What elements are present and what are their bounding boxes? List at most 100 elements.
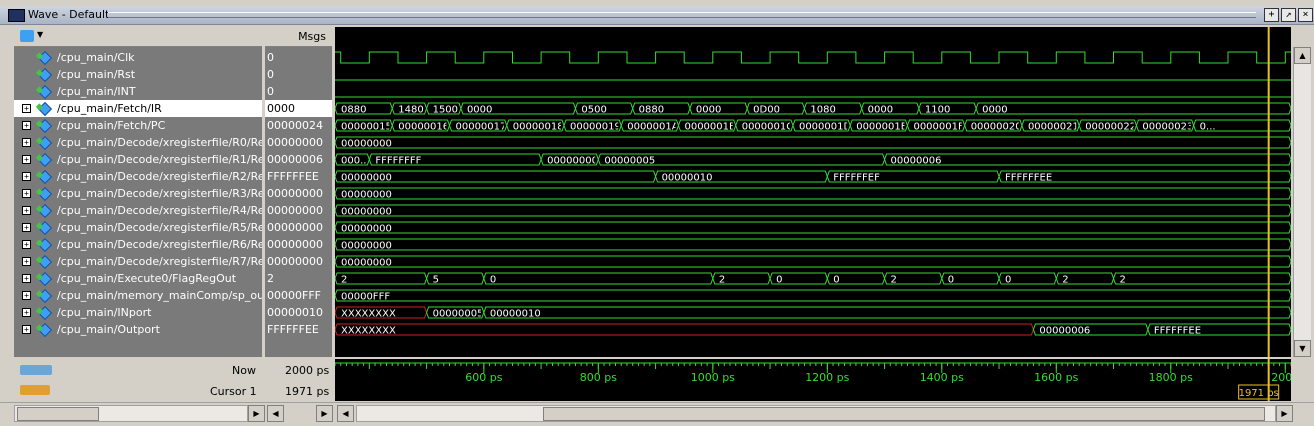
expand-icon[interactable]: + — [22, 104, 31, 113]
signal-row[interactable]: + /cpu_main/Execute0/FlagRegOut — [14, 270, 262, 287]
signal-value[interactable]: 00000010 — [265, 304, 332, 321]
scroll-down-button[interactable]: ▼ — [1294, 340, 1311, 357]
signal-value[interactable]: FFFFFFEE — [265, 321, 332, 338]
signal-row[interactable]: + /cpu_main/Decode/xregisterfile/R7/Reg/q — [14, 253, 262, 270]
bus-value-label: 2 — [1120, 275, 1126, 286]
expand-icon[interactable]: + — [22, 155, 31, 164]
signal-value[interactable]: 00000000 — [265, 253, 332, 270]
names-scroll-right-button[interactable]: ▶ — [248, 405, 265, 422]
signal-value[interactable]: 0 — [265, 83, 332, 100]
signal-row[interactable]: /cpu_main/Clk — [14, 49, 262, 66]
now-value: 2000 ps — [285, 364, 330, 377]
expand-icon[interactable]: + — [22, 121, 31, 130]
expand-icon[interactable]: + — [22, 257, 31, 266]
bus-segment — [335, 187, 1291, 200]
signal-row[interactable]: + /cpu_main/Decode/xregisterfile/R1/Reg/q — [14, 151, 262, 168]
signal-value[interactable]: 2 — [265, 270, 332, 287]
lock-cursor-icon[interactable] — [20, 385, 50, 395]
signal-value[interactable]: 00000000 — [265, 185, 332, 202]
undock-icon[interactable]: ↗ — [1281, 8, 1296, 22]
signal-name: /cpu_main/Rst — [57, 68, 136, 81]
bus-segment — [884, 153, 1291, 166]
bus-value-label: 00000005 — [433, 309, 484, 320]
close-button[interactable]: × — [1298, 8, 1313, 22]
bus-value-label: 0000001F — [913, 122, 964, 133]
signal-row[interactable]: + /cpu_main/Decode/xregisterfile/R6/Reg/q — [14, 236, 262, 253]
expand-icon[interactable]: + — [22, 172, 31, 181]
chevron-down-icon[interactable]: ▼ — [37, 30, 43, 39]
wave-hscroll-thumb[interactable] — [543, 407, 1265, 421]
bus-value-label: FFFFFFEE — [1005, 173, 1052, 184]
bus-value-label: 00000015 — [341, 122, 392, 133]
signal-row[interactable]: + /cpu_main/Decode/xregisterfile/R4/Reg/q — [14, 202, 262, 219]
bus-value-label: 0000 — [696, 105, 721, 116]
expand-icon[interactable]: + — [22, 325, 31, 334]
waveform-pane[interactable]: 0880 1480 1500 0000 0500 0880 0000 0D00 1080 0000… — [335, 27, 1291, 357]
expand-icon[interactable]: + — [22, 291, 31, 300]
signal-value[interactable]: FFFFFFEE — [265, 168, 332, 185]
signal-row[interactable]: + /cpu_main/Decode/xregisterfile/R5/Reg/q — [14, 219, 262, 236]
signal-names-pane[interactable]: ▼ /cpu_main/Clk/cpu_main/Rst/cpu_main/IN… — [14, 27, 262, 357]
names-hscroll[interactable] — [14, 405, 248, 422]
expand-icon[interactable]: + — [22, 206, 31, 215]
signal-row[interactable]: /cpu_main/Rst — [14, 66, 262, 83]
vertical-scrollbar[interactable]: ▲ ▼ — [1293, 47, 1311, 357]
signal-row[interactable]: + /cpu_main/Decode/xregisterfile/R2/Reg/q — [14, 168, 262, 185]
names-hscroll-thumb[interactable] — [17, 407, 99, 421]
signal-value[interactable]: 00000FFF — [265, 287, 332, 304]
signal-value[interactable]: 0 — [265, 49, 332, 66]
signal-row[interactable]: + /cpu_main/Decode/xregisterfile/R0/Reg/q — [14, 134, 262, 151]
expand-icon[interactable]: + — [22, 223, 31, 232]
signal-values-pane[interactable]: Msgs 0 0 0 0000 00000024 00000000 00000006 FFFF… — [265, 27, 332, 357]
bus-value-label: 1080 — [810, 105, 835, 116]
values-scroll-right-button[interactable]: ▶ — [316, 405, 333, 422]
wave-hscroll[interactable] — [356, 405, 1276, 422]
signal-row[interactable]: + /cpu_main/Outport — [14, 321, 262, 338]
signal-value[interactable]: 00000000 — [265, 134, 332, 151]
signal-value[interactable]: 00000000 — [265, 219, 332, 236]
signal-row[interactable]: + /cpu_main/Fetch/PC — [14, 117, 262, 134]
values-scroll-left-button[interactable]: ◀ — [267, 405, 284, 422]
waveform-canvas[interactable]: 0880 1480 1500 0000 0500 0880 0000 0D00 1080 0000… — [335, 27, 1291, 357]
signal-row[interactable]: /cpu_main/INT — [14, 83, 262, 100]
signal-name: /cpu_main/Decode/xregisterfile/R3/Reg/q — [57, 187, 262, 200]
signal-value[interactable]: 0000 — [265, 100, 332, 117]
ruler-tick-label: 1600 ps — [1034, 371, 1078, 384]
title-grip[interactable] — [108, 12, 1256, 18]
expand-icon[interactable]: + — [22, 138, 31, 147]
expand-icon[interactable]: + — [22, 189, 31, 198]
palette-icon[interactable] — [20, 30, 34, 42]
signal-value[interactable]: 0 — [265, 66, 332, 83]
signal-row[interactable]: + /cpu_main/memory_mainComp/sp_out — [14, 287, 262, 304]
cursor-value: 1971 ps — [285, 385, 330, 398]
bus-value-label: 00000022 — [1085, 122, 1136, 133]
bus-value-label: 00000005 — [604, 156, 655, 167]
bus-segment — [483, 272, 714, 285]
bus-value-label: 00000010 — [490, 309, 541, 320]
horizontal-scrollbar-row[interactable]: ▶ ◀ ▶ ◀ ▶ — [0, 402, 1314, 423]
add-cursor-icon[interactable] — [20, 365, 52, 375]
expand-icon[interactable]: + — [22, 274, 31, 283]
dock-plus-button[interactable]: + — [1264, 8, 1279, 22]
expand-icon[interactable]: + — [22, 240, 31, 249]
bus-segment — [335, 238, 1291, 251]
bus-segment — [335, 289, 1291, 302]
wave-scroll-left-button[interactable]: ◀ — [337, 405, 354, 422]
signal-name: /cpu_main/Decode/xregisterfile/R0/Reg/q — [57, 136, 262, 149]
signal-name: /cpu_main/Decode/xregisterfile/R5/Reg/q — [57, 221, 262, 234]
signal-row[interactable]: + /cpu_main/Fetch/IR — [14, 100, 262, 117]
wave-scroll-right-button[interactable]: ▶ — [1276, 405, 1293, 422]
bus-value-label: XXXXXXXX — [341, 326, 396, 337]
signal-value[interactable]: 00000000 — [265, 236, 332, 253]
ruler-tick-label: 600 ps — [465, 371, 502, 384]
signal-row[interactable]: + /cpu_main/Decode/xregisterfile/R3/Reg/q — [14, 185, 262, 202]
ruler-tick-label: 1800 ps — [1149, 371, 1193, 384]
bus-value-label: 00000000 — [341, 241, 392, 252]
expand-icon[interactable]: + — [22, 308, 31, 317]
signal-value[interactable]: 00000006 — [265, 151, 332, 168]
signal-diamond-icon — [37, 203, 53, 219]
signal-value[interactable]: 00000000 — [265, 202, 332, 219]
signal-value[interactable]: 00000024 — [265, 117, 332, 134]
scroll-up-button[interactable]: ▲ — [1294, 47, 1311, 64]
signal-row[interactable]: + /cpu_main/INport — [14, 304, 262, 321]
